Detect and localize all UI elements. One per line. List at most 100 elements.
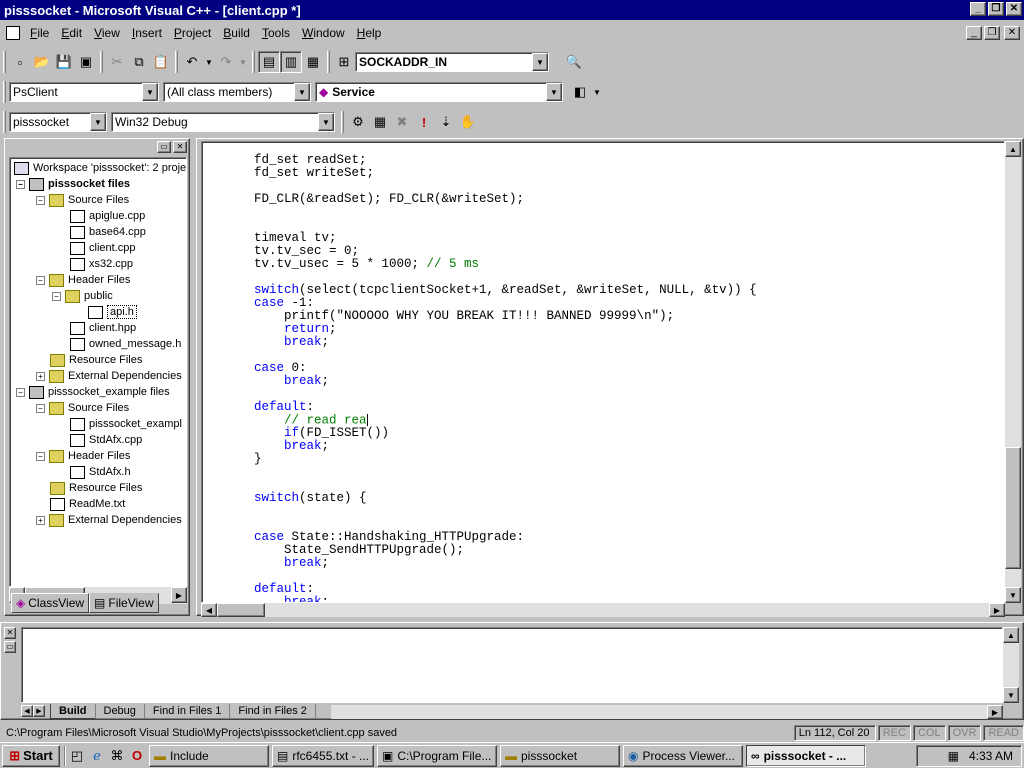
task-include[interactable]: ▬ Include bbox=[149, 744, 269, 767]
code-editor[interactable]: fd_set readSet; fd_set writeSet; FD_CLR(… bbox=[201, 141, 1005, 603]
go-icon[interactable]: ⇣ bbox=[435, 111, 457, 133]
tab-fileview[interactable]: ▤ FileView bbox=[89, 593, 159, 613]
output-restore-icon[interactable]: ▭ bbox=[4, 641, 16, 653]
tree-item-file-selected[interactable]: api.h bbox=[88, 304, 137, 320]
paste-icon[interactable]: 📋 bbox=[150, 51, 172, 73]
menu-view[interactable]: View bbox=[88, 26, 126, 40]
wizard-dropdown-icon[interactable]: ▼ bbox=[591, 81, 603, 103]
scroll-right-icon[interactable]: ▶ bbox=[171, 587, 187, 603]
output-vertical-scrollbar[interactable]: ▲ ▼ bbox=[1003, 627, 1019, 703]
project-combo[interactable]: pisssocket ▼ bbox=[9, 112, 107, 132]
start-button[interactable]: ⊞ Start bbox=[2, 744, 60, 767]
tree-item-file[interactable]: ReadMe.txt bbox=[50, 496, 125, 512]
tree-item-folder[interactable]: − Source Files bbox=[36, 400, 129, 416]
tab-scroll-left-icon[interactable]: ◀ bbox=[21, 705, 33, 717]
save-all-icon[interactable]: ▣ bbox=[75, 51, 97, 73]
tab-scroll-right-icon[interactable]: ▶ bbox=[33, 705, 45, 717]
tree-item-folder[interactable]: + External Dependencies bbox=[36, 512, 182, 528]
ie-icon[interactable]: ℯ bbox=[88, 747, 106, 765]
menu-file[interactable]: File bbox=[24, 26, 55, 40]
collapse-icon[interactable]: − bbox=[52, 291, 61, 301]
window-list-icon[interactable]: ▦ bbox=[302, 51, 324, 73]
menu-project[interactable]: Project bbox=[168, 26, 217, 40]
stop-build-icon[interactable]: ✖ bbox=[391, 111, 413, 133]
cut-icon[interactable]: ✂ bbox=[106, 51, 128, 73]
breakpoint-hand-icon[interactable]: ✋ bbox=[457, 111, 479, 133]
tree-item-folder[interactable]: Resource Files bbox=[50, 480, 142, 496]
task-program-files[interactable]: ▣ C:\Program File... bbox=[377, 744, 497, 767]
tree-item-file[interactable]: xs32.cpp bbox=[70, 256, 133, 272]
editor-vertical-scrollbar[interactable]: ▲ ▼ bbox=[1005, 141, 1021, 603]
build-icon[interactable]: ▦ bbox=[369, 111, 391, 133]
save-icon[interactable]: 💾 bbox=[53, 51, 75, 73]
scroll-thumb[interactable] bbox=[217, 603, 265, 617]
workspace-restore-icon[interactable]: ▭ bbox=[157, 141, 171, 153]
tree-item-folder[interactable]: − Header Files bbox=[36, 448, 130, 464]
tab-classview[interactable]: ◈ ClassView bbox=[11, 593, 90, 613]
output-horizontal-scrollbar[interactable]: ▶ bbox=[331, 705, 1003, 719]
tab-debug[interactable]: Debug bbox=[94, 703, 145, 719]
document-icon[interactable] bbox=[6, 26, 20, 40]
editor-horizontal-scrollbar[interactable]: ◀ ▶ bbox=[201, 603, 1005, 617]
redo-dropdown-icon[interactable]: ▼ bbox=[237, 51, 249, 73]
output-text-area[interactable] bbox=[21, 627, 1003, 703]
menu-window[interactable]: Window bbox=[296, 26, 351, 40]
tree-item-folder[interactable]: − public bbox=[52, 288, 113, 304]
undo-icon[interactable]: ↶ bbox=[181, 51, 203, 73]
tree-item-file[interactable]: StdAfx.h bbox=[70, 464, 131, 480]
open-folder-icon[interactable]: 📂 bbox=[31, 51, 53, 73]
tree-item-file[interactable]: owned_message.h bbox=[70, 336, 181, 352]
output-toggle-icon[interactable]: ▥ bbox=[280, 51, 302, 73]
tree-item-folder[interactable]: − Header Files bbox=[36, 272, 130, 288]
copy-icon[interactable]: ⧉ bbox=[128, 51, 150, 73]
scroll-up-icon[interactable]: ▲ bbox=[1003, 627, 1019, 643]
tree-item-file[interactable]: base64.cpp bbox=[70, 224, 146, 240]
menu-help[interactable]: Help bbox=[351, 26, 388, 40]
close-button[interactable]: ✕ bbox=[1006, 2, 1022, 16]
tree-item-project[interactable]: − pisssocket_example files bbox=[16, 384, 170, 400]
desktop-icon[interactable]: ◰ bbox=[68, 747, 86, 765]
scroll-thumb[interactable] bbox=[1005, 447, 1021, 569]
chevron-down-icon[interactable]: ▼ bbox=[90, 113, 106, 131]
output-close-icon[interactable]: ✕ bbox=[4, 627, 16, 639]
tree-item-file[interactable]: client.hpp bbox=[70, 320, 136, 336]
chevron-down-icon[interactable]: ▼ bbox=[318, 113, 334, 131]
title-bar[interactable]: pisssocket - Microsoft Visual C++ - [cli… bbox=[0, 0, 1024, 20]
collapse-icon[interactable]: − bbox=[36, 275, 45, 285]
minimize-button[interactable]: _ bbox=[970, 2, 986, 16]
collapse-icon[interactable]: − bbox=[16, 179, 25, 189]
channels-icon[interactable]: ⌘ bbox=[108, 747, 126, 765]
workspace-close-icon[interactable]: ✕ bbox=[173, 141, 187, 153]
tree-item-folder[interactable]: + External Dependencies bbox=[36, 368, 182, 384]
child-restore-button[interactable]: ❐ bbox=[984, 26, 1000, 40]
menu-edit[interactable]: Edit bbox=[55, 26, 88, 40]
expand-icon[interactable]: + bbox=[36, 371, 45, 381]
scroll-down-icon[interactable]: ▼ bbox=[1003, 687, 1019, 703]
tab-find-in-files-2[interactable]: Find in Files 2 bbox=[229, 703, 316, 719]
scroll-up-icon[interactable]: ▲ bbox=[1005, 141, 1021, 157]
find-icon[interactable]: 🔍 bbox=[563, 51, 585, 73]
collapse-icon[interactable]: − bbox=[36, 403, 45, 413]
menu-tools[interactable]: Tools bbox=[256, 26, 296, 40]
chevron-down-icon[interactable]: ▼ bbox=[142, 83, 158, 101]
tree-item-folder[interactable]: − Source Files bbox=[36, 192, 129, 208]
chevron-down-icon[interactable]: ▼ bbox=[546, 83, 562, 101]
menu-build[interactable]: Build bbox=[217, 26, 256, 40]
member-combo[interactable]: ◆ Service ▼ bbox=[315, 82, 563, 102]
new-file-icon[interactable]: ▫ bbox=[9, 51, 31, 73]
redo-icon[interactable]: ↷ bbox=[215, 51, 237, 73]
tab-find-in-files-1[interactable]: Find in Files 1 bbox=[143, 703, 231, 719]
tree-item-file[interactable]: StdAfx.cpp bbox=[70, 432, 142, 448]
task-rfc6455[interactable]: ▤ rfc6455.txt - ... bbox=[272, 744, 374, 767]
scroll-right-icon[interactable]: ▶ bbox=[989, 603, 1005, 617]
file-tree[interactable]: Workspace 'pisssocket': 2 proje − pisssoc… bbox=[9, 157, 187, 587]
collapse-icon[interactable]: − bbox=[36, 451, 45, 461]
tree-item-file[interactable]: client.cpp bbox=[70, 240, 135, 256]
opera-icon[interactable]: O bbox=[128, 747, 146, 765]
child-minimize-button[interactable]: _ bbox=[966, 26, 982, 40]
collapse-icon[interactable]: − bbox=[16, 387, 25, 397]
menu-insert[interactable]: Insert bbox=[126, 26, 168, 40]
execute-icon[interactable]: ! bbox=[413, 111, 435, 133]
collapse-icon[interactable]: − bbox=[36, 195, 45, 205]
expand-icon[interactable]: + bbox=[36, 515, 45, 525]
